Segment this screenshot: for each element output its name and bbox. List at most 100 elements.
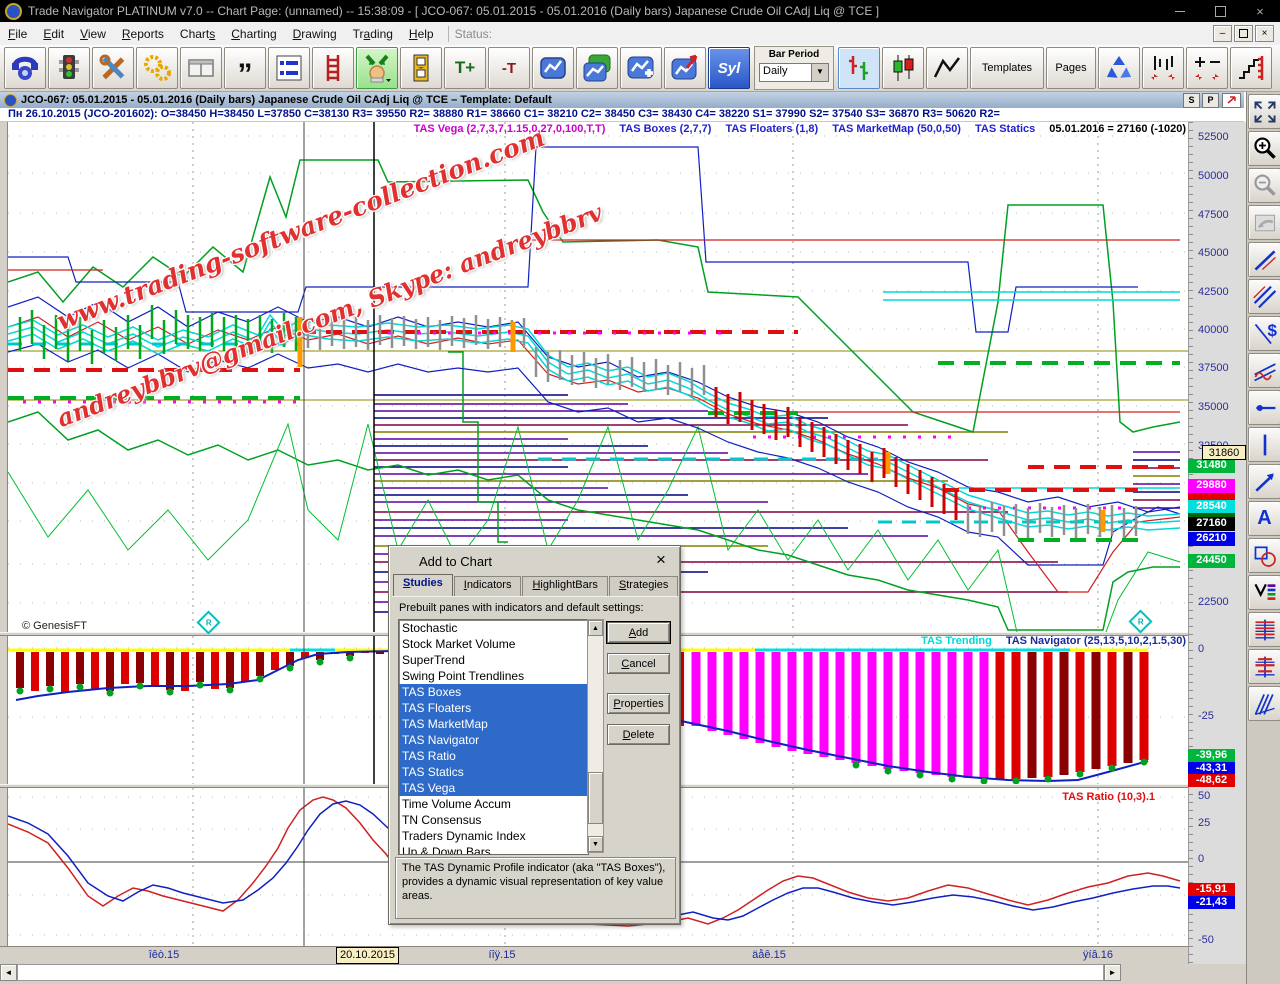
- list-item[interactable]: TAS Statics: [399, 764, 588, 780]
- watch-list-button[interactable]: [268, 47, 310, 89]
- remove-text-button[interactable]: -T: [488, 47, 530, 89]
- menu-item[interactable]: View: [72, 24, 114, 44]
- list-item[interactable]: TAS Vega: [399, 780, 588, 796]
- ladder-dom-button[interactable]: [312, 47, 354, 89]
- delete-button[interactable]: Delete: [607, 724, 670, 745]
- compress-bars-button[interactable]: [1142, 47, 1184, 89]
- window-minimize-button[interactable]: [1160, 0, 1200, 22]
- fib-extension-tool-button[interactable]: [1248, 649, 1280, 684]
- list-item[interactable]: TAS Boxes: [399, 684, 588, 700]
- step-scale-button[interactable]: [1230, 47, 1272, 89]
- indicator-label[interactable]: TAS Statics: [975, 123, 1035, 135]
- pages-button[interactable]: Pages: [1046, 47, 1096, 89]
- indicator-label[interactable]: TAS Vega (2,7,3,7,1.15,0,27,0,100,T,T): [414, 123, 606, 135]
- mdi-minimize-button[interactable]: –: [1213, 25, 1232, 42]
- refresh-data-button[interactable]: [1098, 47, 1140, 89]
- scroll-right-button[interactable]: ►: [1104, 964, 1121, 981]
- bar-chart-style-button[interactable]: [838, 47, 880, 89]
- menu-item[interactable]: Edit: [35, 24, 72, 44]
- tas-ratio-label[interactable]: TAS Ratio (10,3).1: [1062, 791, 1155, 803]
- arrow-tool-button[interactable]: [1248, 464, 1280, 499]
- fit-chart-button[interactable]: [1248, 94, 1280, 129]
- studies-listbox[interactable]: StochasticStock Market VolumeSuperTrendS…: [398, 619, 589, 855]
- chart-pointer-button[interactable]: [664, 47, 706, 89]
- dollar-line-tool-button[interactable]: $: [1248, 316, 1280, 351]
- list-item[interactable]: Stock Market Volume: [399, 636, 588, 652]
- popout-button[interactable]: [1222, 93, 1241, 108]
- menu-item[interactable]: Reports: [114, 24, 172, 44]
- list-item[interactable]: SuperTrend: [399, 652, 588, 668]
- menu-item[interactable]: Charts: [172, 24, 223, 44]
- shapes-tool-button[interactable]: [1248, 538, 1280, 573]
- combo-dropdown-icon[interactable]: ▼: [811, 64, 828, 81]
- scroll-down-icon[interactable]: ▼: [588, 836, 603, 852]
- list-item[interactable]: Stochastic: [399, 620, 588, 636]
- list-item[interactable]: TAS MarketMap: [399, 716, 588, 732]
- settings-gears-button[interactable]: [136, 47, 178, 89]
- scroll-left-button[interactable]: ◄: [0, 964, 17, 981]
- scale-button[interactable]: S: [1183, 93, 1200, 108]
- menu-item[interactable]: Help: [401, 24, 442, 44]
- list-item[interactable]: TAS Ratio: [399, 748, 588, 764]
- add-chart-pane-button[interactable]: [620, 47, 662, 89]
- dialog-tab[interactable]: Indicators: [454, 576, 522, 597]
- dialog-close-icon[interactable]: ×: [652, 550, 670, 570]
- line-chart-style-button[interactable]: [926, 47, 968, 89]
- indicator-label[interactable]: TAS Boxes (2,7,7): [619, 123, 711, 135]
- list-item[interactable]: TN Consensus: [399, 812, 588, 828]
- list-item[interactable]: TAS Floaters: [399, 700, 588, 716]
- menu-item[interactable]: Drawing: [285, 24, 345, 44]
- indicator-label[interactable]: TAS MarketMap (50,0,50): [832, 123, 961, 135]
- window-panes-button[interactable]: [180, 47, 222, 89]
- properties-button[interactable]: P: [1202, 93, 1219, 108]
- zoom-in-button[interactable]: [1248, 131, 1280, 166]
- dialog-tab[interactable]: Strategies: [609, 576, 679, 597]
- list-item[interactable]: Swing Point Trendlines: [399, 668, 588, 684]
- list-item[interactable]: Up & Down Bars: [399, 844, 588, 855]
- vertical-line-tool-button[interactable]: [1248, 427, 1280, 462]
- gann-angles-tool-button[interactable]: [1248, 686, 1280, 721]
- window-restore-button[interactable]: [1200, 0, 1240, 22]
- properties-button[interactable]: Properties: [607, 693, 670, 714]
- scroll-up-icon[interactable]: ▲: [588, 620, 603, 636]
- window-close-button[interactable]: ×: [1240, 0, 1280, 22]
- menu-item[interactable]: File: [0, 24, 35, 44]
- undo-zoom-button[interactable]: [1248, 205, 1280, 240]
- list-item[interactable]: TAS Navigator: [399, 732, 588, 748]
- zoom-out-button[interactable]: [1248, 168, 1280, 203]
- trendline-tool-button[interactable]: [1248, 242, 1280, 277]
- listbox-scrollbar[interactable]: ▲ ▼: [587, 619, 604, 853]
- mdi-close-button[interactable]: ×: [1255, 25, 1274, 42]
- expand-bars-button[interactable]: [1186, 47, 1228, 89]
- bar-period-combo[interactable]: Daily ▼: [759, 63, 829, 82]
- horizontal-line-tool-button[interactable]: [1248, 390, 1280, 425]
- symbol-lookup-button[interactable]: Syl: [708, 47, 750, 89]
- menu-item[interactable]: Trading: [345, 24, 401, 44]
- trade-button[interactable]: [356, 47, 398, 89]
- chart-group-button[interactable]: [576, 47, 618, 89]
- indicator-label[interactable]: TAS Floaters (1,8): [725, 123, 818, 135]
- list-item[interactable]: Time Volume Accum: [399, 796, 588, 812]
- parallel-lines-tool-button[interactable]: [1248, 279, 1280, 314]
- fib-retracement-tool-button[interactable]: [1248, 612, 1280, 647]
- regression-channel-tool-button[interactable]: [1248, 353, 1280, 388]
- scrollbar-track[interactable]: [17, 964, 1104, 981]
- replay-button[interactable]: [400, 47, 442, 89]
- cancel-button[interactable]: Cancel: [607, 653, 670, 674]
- indicator-label[interactable]: 05.01.2016 = 27160 (-1020): [1049, 123, 1186, 135]
- phone-orders-button[interactable]: [4, 47, 46, 89]
- dialog-tab[interactable]: Studies: [393, 574, 453, 597]
- quotes-button[interactable]: ”: [224, 47, 266, 89]
- dialog-tab[interactable]: HighlightBars: [522, 576, 607, 597]
- add-text-button[interactable]: T+: [444, 47, 486, 89]
- templates-button[interactable]: Templates: [970, 47, 1044, 89]
- tas-trending-label[interactable]: TAS Trending: [921, 635, 992, 647]
- market-status-button[interactable]: [48, 47, 90, 89]
- add-button[interactable]: Add: [607, 622, 670, 643]
- candlestick-style-button[interactable]: [882, 47, 924, 89]
- tas-navigator-label[interactable]: TAS Navigator (25,13,5,10,2,1.5,30): [1006, 635, 1186, 647]
- text-tool-button[interactable]: A: [1248, 501, 1280, 536]
- menu-item[interactable]: Charting: [223, 24, 284, 44]
- value-flags-tool-button[interactable]: [1248, 575, 1280, 610]
- new-chart-button[interactable]: [532, 47, 574, 89]
